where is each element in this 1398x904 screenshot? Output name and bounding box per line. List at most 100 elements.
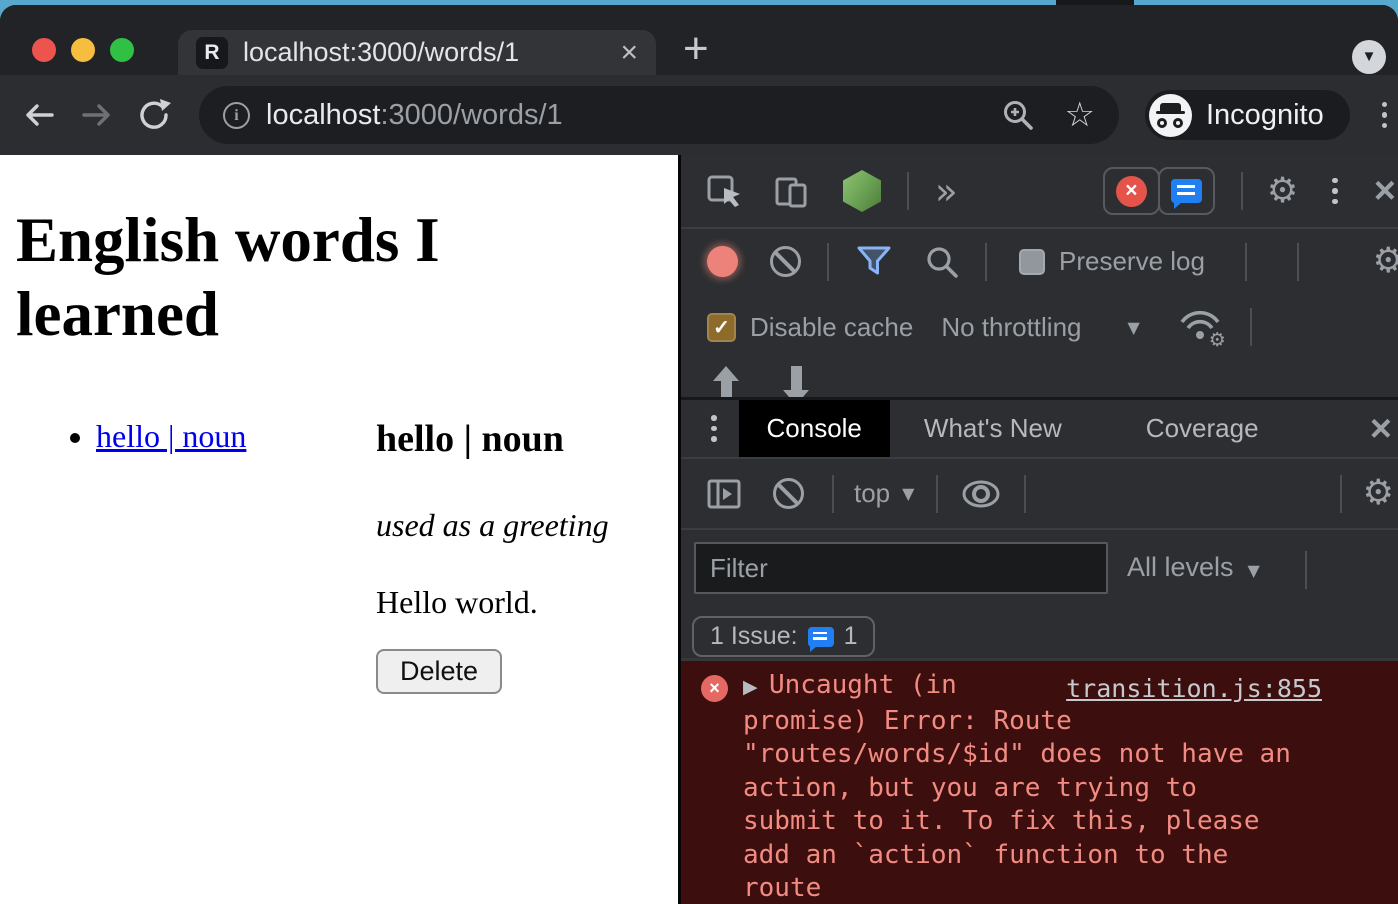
- issue-chat-icon: [1171, 179, 1202, 203]
- network-conditions-icon[interactable]: ⚙: [1178, 308, 1222, 346]
- browser-tab[interactable]: R localhost:3000/words/1 ×: [178, 30, 656, 75]
- tab-console[interactable]: Console: [739, 400, 890, 457]
- console-filter-row: All levels ▼: [681, 530, 1398, 610]
- console-toolbar: top ▼ ⚙: [681, 459, 1398, 530]
- tab-whats-new[interactable]: What's New: [916, 400, 1070, 457]
- issues-badge[interactable]: [1158, 167, 1215, 215]
- forward-button[interactable]: [79, 97, 115, 133]
- devtools-panel: » × ⚙ ×: [681, 155, 1398, 904]
- word-link[interactable]: hello | noun: [96, 418, 246, 454]
- word-detail: hello | noun used as a greeting Hello wo…: [376, 415, 609, 694]
- address-bar[interactable]: i localhost:3000/words/1 ☆: [199, 86, 1119, 144]
- expand-triangle-icon[interactable]: ▶: [743, 671, 769, 705]
- levels-caret-icon: ▼: [1248, 561, 1260, 580]
- clear-console-icon[interactable]: [773, 478, 804, 509]
- preserve-log-checkbox[interactable]: [1019, 249, 1045, 275]
- error-count-badge[interactable]: ×: [1103, 167, 1160, 215]
- issue-label: 1 Issue:: [710, 622, 798, 651]
- url-text: localhost:3000/words/1: [266, 99, 1001, 132]
- word-definition: used as a greeting: [376, 507, 609, 544]
- error-count-icon: ×: [1116, 176, 1147, 207]
- delete-form: Delete: [376, 649, 609, 694]
- drawer-menu-button[interactable]: [711, 415, 717, 442]
- inspect-element-icon[interactable]: [707, 173, 743, 209]
- page-title: English words I learned: [16, 203, 546, 351]
- conditions-gear-icon: ⚙: [1209, 331, 1226, 350]
- toolbar-separator: [1250, 308, 1252, 346]
- close-devtools-icon[interactable]: ×: [1374, 172, 1396, 210]
- word-title: hello | noun: [376, 417, 609, 461]
- back-button[interactable]: [21, 97, 57, 133]
- console-error-message[interactable]: × ▶Uncaught (in promise) Error: Route "r…: [681, 658, 1398, 904]
- console-sidebar-toggle-icon[interactable]: [707, 478, 741, 510]
- reload-button[interactable]: [137, 97, 173, 133]
- new-tab-button[interactable]: +: [683, 27, 709, 71]
- incognito-icon: [1149, 94, 1192, 137]
- tab-search-button[interactable]: ▼: [1352, 40, 1386, 74]
- toolbar-separator: [827, 243, 829, 281]
- bookmark-star-icon[interactable]: ☆: [1065, 98, 1095, 132]
- console-filter-input[interactable]: [694, 542, 1108, 594]
- more-tabs-icon[interactable]: »: [935, 173, 958, 210]
- issue-row: 1 Issue: 1: [681, 610, 1398, 658]
- delete-button[interactable]: Delete: [376, 649, 502, 694]
- throttling-caret-icon[interactable]: ▼: [1128, 318, 1140, 337]
- record-network-log-button[interactable]: [707, 246, 738, 277]
- close-window-button[interactable]: [32, 38, 56, 62]
- issues-button[interactable]: 1 Issue: 1: [692, 616, 875, 657]
- toolbar-separator: [1024, 475, 1026, 513]
- import-har-icon[interactable]: [713, 366, 739, 397]
- nodejs-icon[interactable]: [843, 170, 881, 212]
- list-item: hello | noun: [96, 415, 376, 457]
- context-caret-icon[interactable]: ▼: [902, 484, 914, 503]
- url-path: :3000/words/1: [380, 99, 562, 131]
- tab-title: localhost:3000/words/1: [243, 37, 618, 68]
- toolbar-separator: [1305, 551, 1307, 589]
- live-expression-eye-icon[interactable]: [962, 480, 1000, 508]
- clear-network-log-icon[interactable]: [770, 246, 801, 277]
- site-info-icon[interactable]: i: [223, 102, 250, 129]
- toolbar-separator: [1340, 475, 1342, 513]
- error-source-link[interactable]: transition.js:855: [1066, 674, 1322, 703]
- devtools-menu-button[interactable]: [1332, 178, 1338, 205]
- window-controls: [32, 38, 134, 62]
- devtools-main-toolbar: » × ⚙ ×: [681, 155, 1398, 229]
- error-line: submit to it. To fix this, please: [743, 805, 1398, 839]
- error-line: add an `action` function to the: [743, 839, 1398, 873]
- toolbar-separator: [1241, 172, 1243, 210]
- network-settings-gear-icon[interactable]: ⚙: [1373, 244, 1398, 279]
- minimize-window-button[interactable]: [71, 38, 95, 62]
- console-settings-gear-icon[interactable]: ⚙: [1363, 476, 1394, 511]
- close-drawer-icon[interactable]: ×: [1370, 410, 1392, 448]
- disable-cache-label[interactable]: Disable cache: [750, 312, 913, 343]
- error-level-icon: ×: [701, 675, 728, 702]
- zoom-window-button[interactable]: [110, 38, 134, 62]
- desktop-background: R localhost:3000/words/1 × + ▼ i localho…: [0, 0, 1398, 904]
- throttling-select[interactable]: No throttling: [941, 312, 1081, 343]
- tab-coverage[interactable]: Coverage: [1138, 400, 1267, 457]
- console-context-select[interactable]: top: [854, 478, 890, 509]
- page-layout: hello | noun hello | noun used as a gree…: [16, 415, 662, 694]
- search-icon[interactable]: [925, 245, 959, 279]
- preserve-log-label[interactable]: Preserve log: [1059, 246, 1205, 277]
- log-levels-label: All levels: [1127, 552, 1234, 582]
- disable-cache-checkbox[interactable]: ✓: [707, 313, 736, 342]
- error-line: action, but you are trying to: [743, 772, 1398, 806]
- network-conditions-row: ✓ Disable cache No throttling ▼ ⚙: [681, 294, 1398, 360]
- log-levels-select[interactable]: All levels ▼: [1127, 552, 1260, 583]
- zoom-level-icon[interactable]: [1001, 98, 1035, 132]
- device-toolbar-icon[interactable]: [775, 173, 811, 209]
- toolbar-separator: [1297, 243, 1299, 281]
- toolbar-separator: [936, 475, 938, 513]
- toolbar-separator: [907, 172, 909, 210]
- toolbar-separator: [985, 243, 987, 281]
- settings-gear-icon[interactable]: ⚙: [1267, 174, 1298, 209]
- export-har-icon[interactable]: [783, 366, 809, 397]
- web-page: English words I learned hello | noun hel…: [0, 155, 681, 904]
- address-toolbar: i localhost:3000/words/1 ☆ Incognito: [0, 75, 1398, 155]
- tab-close-icon[interactable]: ×: [618, 38, 640, 68]
- error-line: Uncaught (in: [769, 670, 957, 700]
- browser-menu-button[interactable]: [1382, 102, 1388, 129]
- url-host: localhost: [266, 99, 380, 131]
- filter-funnel-icon[interactable]: [855, 244, 893, 280]
